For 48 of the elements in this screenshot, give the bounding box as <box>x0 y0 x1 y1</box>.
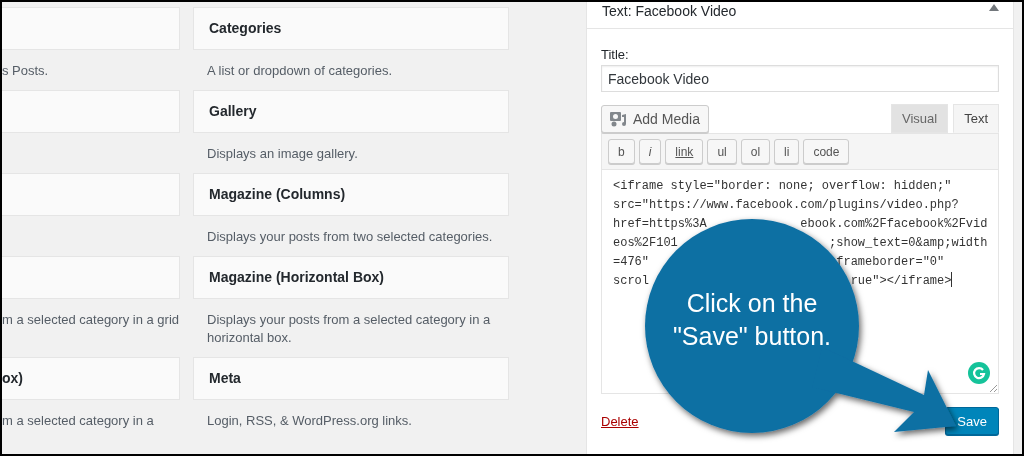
widget-description: s Posts. <box>2 62 50 80</box>
save-button[interactable]: Save <box>945 407 999 435</box>
code-line: src="https://www.facebook.com/plugins/video.php? <box>613 197 959 214</box>
callout-text: Click on the "Save" button. <box>671 288 833 352</box>
format-button[interactable]: ul <box>707 139 737 164</box>
format-button[interactable]: code <box>803 139 850 164</box>
code-line: ebook.com%2Ffacebook%2Fvid <box>800 216 988 233</box>
code-line: =476" <box>613 254 649 271</box>
title-field[interactable]: Facebook Video <box>601 65 999 92</box>
resize-handle[interactable] <box>989 384 997 392</box>
widget-card[interactable]: Magazine (Columns) <box>193 173 509 216</box>
widget-card[interactable]: Magazine (Horizontal Box) <box>193 256 509 299</box>
code-line: ;show_text=0&amp;width <box>829 235 988 252</box>
widget-description: Displays an image gallery. <box>207 145 359 163</box>
widget-card[interactable]: Meta <box>193 357 509 400</box>
code-line: href=https%3A <box>613 216 707 233</box>
widget-card[interactable]: ox) <box>2 357 180 400</box>
widget-card[interactable]: Gallery <box>193 90 509 133</box>
format-button[interactable]: i <box>638 139 662 164</box>
add-media-button[interactable]: Add Media <box>601 105 709 133</box>
editor-tab[interactable]: Visual <box>890 104 949 133</box>
code-line: eos%2F101 <box>613 235 678 252</box>
widget-description: Displays your posts from two selected categories. <box>207 228 494 246</box>
text-cursor <box>951 272 953 287</box>
widget-card[interactable]: Categories <box>193 7 509 50</box>
code-line: scrol <box>613 273 649 290</box>
widget-title[interactable]: Text: Facebook Video <box>602 3 737 19</box>
code-line: frameborder="0" <box>836 254 945 271</box>
collapse-icon[interactable] <box>989 4 999 11</box>
media-icon <box>610 111 627 127</box>
widget-card[interactable] <box>2 90 180 133</box>
code-line: rue"></iframe> <box>850 273 952 290</box>
format-button[interactable]: li <box>774 139 800 164</box>
widget-description: m a selected category in a <box>2 412 155 430</box>
format-button[interactable]: link <box>665 139 704 164</box>
editor-tab[interactable]: Text <box>953 104 999 133</box>
delete-link[interactable]: Delete <box>601 413 639 429</box>
widget-description: m a selected category in a grid <box>2 311 180 329</box>
widget-card[interactable] <box>2 7 180 50</box>
widget-description: Login, RSS, & WordPress.org links. <box>207 412 413 430</box>
format-button[interactable]: ol <box>740 139 771 164</box>
title-label: Title: <box>601 47 629 62</box>
format-button[interactable]: b <box>608 139 635 164</box>
code-line: <iframe style="border: none; overflow: hidden;" <box>613 178 952 195</box>
widget-description: Displays your posts from a selected category in a horizontal box. <box>207 311 492 347</box>
widget-card[interactable] <box>2 256 180 299</box>
widget-card[interactable] <box>2 173 180 216</box>
widget-description: A list or dropdown of categories. <box>207 62 393 80</box>
